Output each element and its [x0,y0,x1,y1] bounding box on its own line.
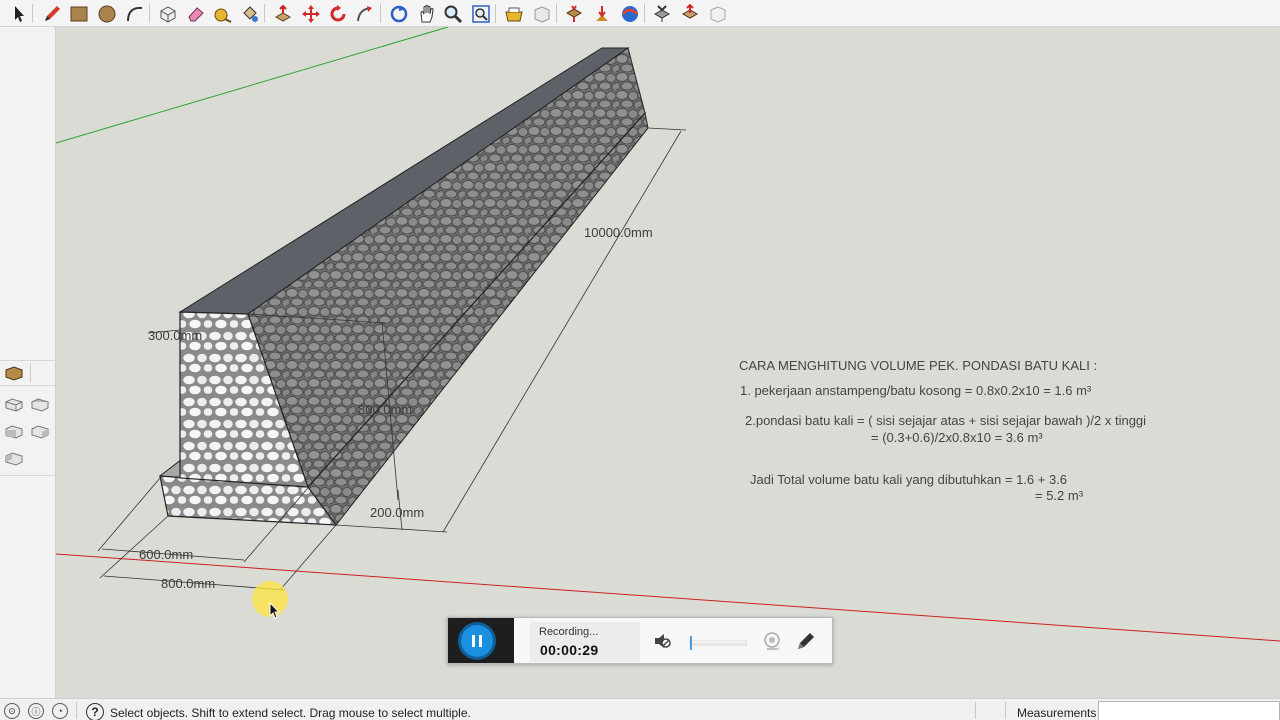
dim-top-width: 300.0mm [148,328,203,343]
eraser-icon[interactable] [184,2,207,25]
webcam-icon[interactable]: + [761,630,783,652]
user-account-icon[interactable]: ◔ [52,703,68,719]
select-arrow-icon[interactable] [7,2,30,25]
volume-slider[interactable] [689,636,747,650]
help-icon[interactable]: ? [86,703,104,720]
pen-annotate-icon[interactable] [795,630,817,652]
paint-bucket-icon[interactable] [238,2,261,25]
notes-line-2b: = (0.3+0.6)/2x0.8x10 = 3.6 m³ [871,430,1043,445]
recording-status: Recording... [539,626,599,638]
pan-icon[interactable] [415,2,438,25]
dim-footing-width: 800.0mm [161,576,216,591]
tape-measure-icon[interactable] [211,2,234,25]
green-axis [56,27,449,144]
measurements-input[interactable] [1098,701,1280,720]
right-view-icon[interactable] [29,421,51,441]
mute-speaker-icon[interactable] [651,630,673,652]
dim-height: 800.0mm [358,402,413,417]
dim-bottom-width: 600.0mm [139,547,194,562]
top-view-icon[interactable] [29,394,51,414]
extension-warehouse-icon[interactable] [590,2,613,25]
modeling-viewport[interactable]: 10000.0mm 300.0mm 800.0mm 200.0mm 600.0m… [56,27,1280,698]
add-location-icon[interactable] [678,2,701,25]
zoom-extents-icon[interactable] [469,2,492,25]
notes-line-1: 1. pekerjaan anstampeng/batu kosong = 0.… [740,383,1092,398]
make-component-icon[interactable] [156,2,179,25]
rectangle-icon[interactable] [67,2,90,25]
geo-location-icon[interactable] [650,2,673,25]
geo-location-status-icon[interactable]: ⊙ [4,703,20,719]
front-view-icon[interactable] [3,421,25,441]
palette-group-top [0,360,55,386]
screen-recorder-widget: Recording... 00:00:29 + [447,617,833,664]
main-toolbar [0,0,1280,27]
mouse-cursor-icon [269,602,281,619]
left-palette [0,27,56,698]
pencil-line-icon[interactable] [40,2,63,25]
section-plane-icon[interactable] [3,363,25,383]
dim-footing-height: 200.0mm [370,505,425,520]
back-view-icon[interactable] [3,448,25,468]
move-icon[interactable] [299,2,322,25]
notes-title: CARA MENGHITUNG VOLUME PEK. PONDASI BATU… [739,358,1098,373]
rotate-icon[interactable] [326,2,349,25]
send-to-layout-icon[interactable] [618,2,641,25]
circle-icon[interactable] [95,2,118,25]
toggle-terrain-icon[interactable] [706,2,729,25]
pause-button[interactable] [461,625,493,657]
recording-timer: 00:00:29 [540,642,599,658]
credits-status-icon[interactable]: ⓘ [28,703,44,719]
iso-view-icon[interactable] [3,394,25,414]
arc-icon[interactable] [123,2,146,25]
push-pull-icon[interactable] [271,2,294,25]
share-component-icon[interactable] [562,2,585,25]
status-hint-text: Select objects. Shift to extend select. … [110,706,471,720]
measurements-label: Measurements [1017,706,1097,720]
notes-total-a: Jadi Total volume batu kali yang dibutuh… [750,472,1068,487]
notes-total-b: = 5.2 m³ [1035,488,1084,503]
get-models-icon[interactable] [502,2,525,25]
zoom-icon[interactable] [441,2,464,25]
svg-text:+: + [776,646,780,652]
status-bar: ⊙ ⓘ ◔ ? Select objects. Shift to extend … [0,698,1280,720]
orbit-icon[interactable] [387,2,410,25]
notes-line-2a: 2.pondasi batu kali = ( sisi sejajar ata… [745,413,1147,428]
palette-group-views [0,390,55,476]
share-model-icon[interactable] [530,2,553,25]
dim-length: 10000.0mm [584,225,653,240]
follow-me-icon[interactable] [353,2,376,25]
